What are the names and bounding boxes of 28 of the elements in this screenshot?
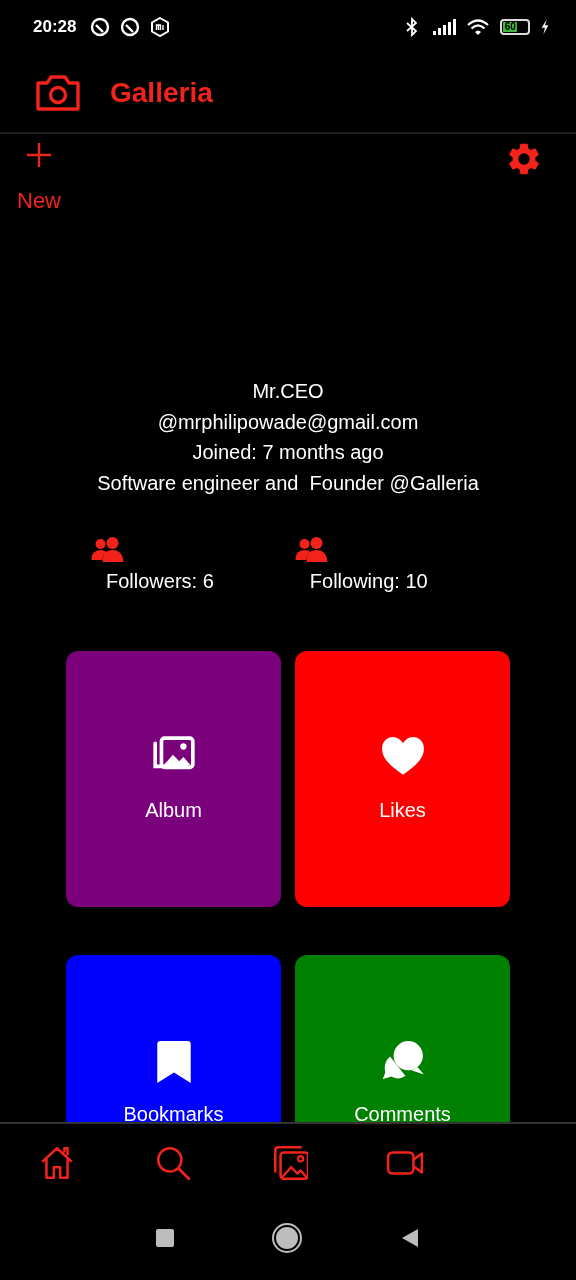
battery-indicator: 60	[500, 19, 530, 35]
back-button[interactable]	[400, 1228, 420, 1248]
signal-icon	[432, 17, 456, 37]
profile-name: Mr.CEO	[252, 379, 324, 404]
new-button[interactable]: New	[14, 140, 64, 216]
joined-date: Joined: 7 months ago	[192, 440, 384, 465]
camera-icon	[34, 73, 82, 113]
tile-card[interactable]: Bookmarks	[66, 955, 281, 1122]
tile-card[interactable]: Album	[66, 651, 281, 907]
stat-label: Followers: 6	[106, 570, 214, 593]
profile-email: @mrphilipowade@gmail.com	[157, 409, 419, 435]
hexagon-icon	[150, 17, 171, 37]
tile-label: Album	[145, 799, 202, 822]
notification-icon	[120, 17, 141, 37]
tile-label: Comments	[354, 1103, 451, 1122]
status-time: 20:28	[33, 17, 77, 37]
search-icon[interactable]	[154, 1144, 192, 1182]
tile-label: Bookmarks	[123, 1103, 224, 1122]
tile-card[interactable]: Likes	[295, 651, 510, 907]
tile-card[interactable]: Comments	[295, 955, 510, 1122]
stat-label: Following: 10	[309, 570, 428, 593]
app-title: Galleria	[110, 77, 213, 109]
plus-icon	[26, 142, 52, 168]
home-button[interactable]	[274, 1225, 300, 1251]
profile-bio: Software engineer and Founder @Galleria	[97, 470, 479, 496]
wifi-icon	[466, 17, 490, 37]
notification-icon	[90, 17, 111, 37]
tile-label: Likes	[379, 799, 426, 822]
